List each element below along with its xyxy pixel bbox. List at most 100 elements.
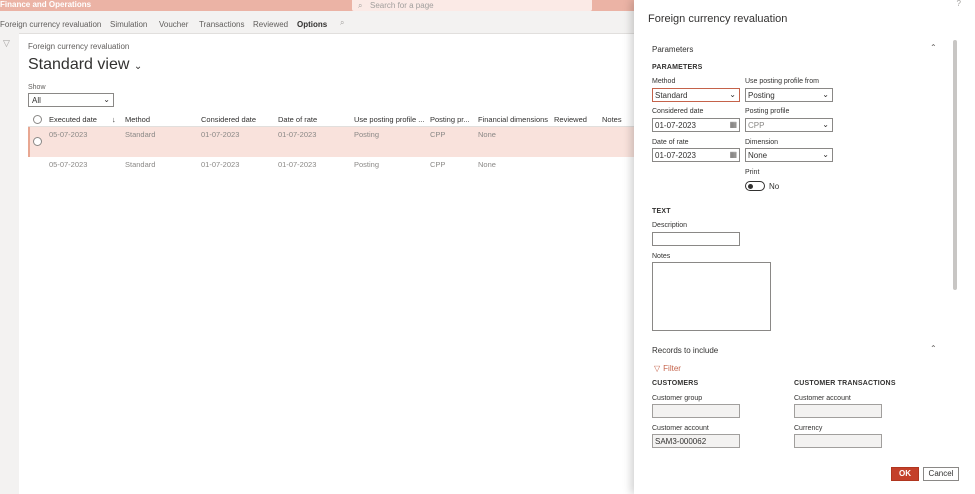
column-posting-profile[interactable]: Posting pr... (430, 115, 470, 124)
left-gutter: ▽ (0, 33, 19, 494)
cell-posting-profile: CPP (430, 130, 446, 139)
chevron-up-icon[interactable]: ⌃ (930, 43, 937, 52)
cell-financial-dimensions: None (478, 130, 496, 139)
use-posting-profile-dropdown[interactable]: Posting ⌄ (745, 88, 833, 102)
table-row[interactable]: 05-07-2023 Standard 01-07-2023 01-07-202… (28, 157, 634, 187)
customer-account-label: Customer account (652, 425, 709, 432)
column-notes[interactable]: Notes (602, 115, 622, 124)
considered-date-value: 01-07-2023 (655, 121, 696, 130)
action-reviewed[interactable]: Reviewed (253, 20, 288, 29)
cell-considered-date: 01-07-2023 (201, 130, 240, 139)
date-of-rate-label: Date of rate (652, 139, 689, 146)
sort-arrow-icon[interactable]: ↓ (112, 115, 116, 124)
view-selector[interactable]: Standard view ⌄ (28, 56, 142, 74)
show-dropdown-value: All (32, 96, 41, 105)
row-select-radio[interactable] (33, 137, 42, 146)
parameters-section-header[interactable]: Parameters (652, 45, 693, 54)
column-reviewed[interactable]: Reviewed (554, 115, 587, 124)
chevron-down-icon: ⌄ (822, 90, 829, 99)
grid-header: Executed date ↓ Method Considered date D… (28, 112, 634, 127)
select-all-radio[interactable] (33, 115, 42, 124)
chevron-down-icon: ⌄ (133, 61, 143, 72)
cell-financial-dimensions: None (478, 160, 496, 169)
show-dropdown[interactable]: All ⌄ (28, 93, 114, 107)
toggle-knob (748, 183, 753, 189)
cell-date-of-rate: 01-07-2023 (278, 160, 317, 169)
table-row[interactable]: 05-07-2023 Standard 01-07-2023 01-07-202… (28, 127, 634, 157)
considered-date-field[interactable]: 01-07-2023 ▦ (652, 118, 740, 132)
cell-considered-date: 01-07-2023 (201, 160, 240, 169)
column-method[interactable]: Method (125, 115, 150, 124)
chevron-down-icon: ⌄ (822, 120, 829, 129)
description-label: Description (652, 222, 688, 229)
action-pane: Foreign currency revaluation Simulation … (0, 15, 634, 33)
action-voucher[interactable]: Voucher (159, 20, 188, 29)
action-search-icon[interactable]: ⌕ (340, 18, 344, 28)
print-label: Print (745, 169, 760, 176)
chevron-down-icon: ⌄ (822, 150, 829, 159)
currency-field[interactable] (794, 434, 882, 448)
posting-profile-dropdown[interactable]: CPP ⌄ (745, 118, 833, 132)
column-financial-dimensions[interactable]: Financial dimensions (478, 115, 548, 124)
dialog-title: Foreign currency revaluation (648, 13, 788, 25)
chevron-down-icon: ⌄ (103, 95, 110, 104)
column-use-posting-profile[interactable]: Use posting profile ... (354, 115, 424, 124)
app-title[interactable]: Finance and Operations (0, 0, 91, 10)
method-dropdown[interactable]: Standard ⌄ (652, 88, 740, 102)
records-to-include-section-header[interactable]: Records to include (652, 346, 718, 355)
dialog-scrollbar[interactable] (953, 40, 957, 290)
action-options[interactable]: Options (297, 20, 327, 29)
notes-textarea[interactable] (652, 262, 771, 331)
customer-transactions-group-title: CUSTOMER TRANSACTIONS (794, 380, 896, 387)
cell-executed-date: 05-07-2023 (49, 130, 88, 139)
customer-account-field[interactable]: SAM3-000062 (652, 434, 740, 448)
cell-use-posting-profile: Posting (354, 160, 380, 169)
parameters-group-title: PARAMETERS (652, 64, 703, 71)
cell-executed-date: 05-07-2023 (49, 160, 88, 169)
customers-group-title: CUSTOMERS (652, 380, 699, 387)
method-value: Standard (655, 91, 688, 100)
calendar-icon[interactable]: ▦ (729, 120, 737, 129)
filter-icon: ▽ (654, 364, 661, 373)
action-foreign-currency-revaluation[interactable]: Foreign currency revaluation (0, 20, 101, 29)
cell-method: Standard (125, 160, 156, 169)
posting-profile-label: Posting profile (745, 108, 790, 115)
cell-posting-profile: CPP (430, 160, 446, 169)
dimension-label: Dimension (745, 139, 779, 146)
cell-use-posting-profile: Posting (354, 130, 380, 139)
customer-group-label: Customer group (652, 395, 703, 402)
view-title: Standard view (28, 56, 130, 73)
ct-customer-account-field[interactable] (794, 404, 882, 418)
action-simulation[interactable]: Simulation (110, 20, 147, 29)
considered-date-label: Considered date (652, 108, 704, 115)
filter-icon[interactable]: ▽ (3, 38, 10, 49)
date-of-rate-field[interactable]: 01-07-2023 ▦ (652, 148, 740, 162)
dimension-dropdown[interactable]: None ⌄ (745, 148, 833, 162)
chevron-up-icon[interactable]: ⌃ (930, 344, 937, 353)
customer-group-field[interactable] (652, 404, 740, 418)
ct-customer-account-label: Customer account (794, 395, 851, 402)
cancel-button[interactable]: Cancel (923, 467, 959, 481)
print-toggle[interactable] (745, 181, 765, 191)
main-panel: Foreign currency revaluation Standard vi… (19, 33, 634, 494)
column-considered-date[interactable]: Considered date (201, 115, 256, 124)
customer-account-value: SAM3-000062 (655, 437, 707, 446)
ok-button[interactable]: OK (891, 467, 919, 481)
date-of-rate-value: 01-07-2023 (655, 151, 696, 160)
help-icon[interactable]: ? (957, 0, 961, 8)
column-date-of-rate[interactable]: Date of rate (278, 115, 317, 124)
use-posting-profile-value: Posting (748, 91, 775, 100)
filter-link[interactable]: ▽ Filter (654, 364, 681, 373)
text-group-title: TEXT (652, 208, 671, 215)
posting-profile-value: CPP (748, 121, 765, 130)
dimension-value: None (748, 151, 768, 160)
search-icon: ⌕ (358, 1, 363, 10)
description-input[interactable] (652, 232, 740, 246)
filter-link-label: Filter (663, 364, 681, 373)
action-transactions[interactable]: Transactions (199, 20, 245, 29)
column-executed-date[interactable]: Executed date (49, 115, 97, 124)
calendar-icon[interactable]: ▦ (729, 150, 737, 159)
print-toggle-value: No (769, 182, 780, 191)
breadcrumb: Foreign currency revaluation (28, 42, 130, 51)
search-input[interactable]: ⌕ Search for a page (352, 0, 592, 11)
